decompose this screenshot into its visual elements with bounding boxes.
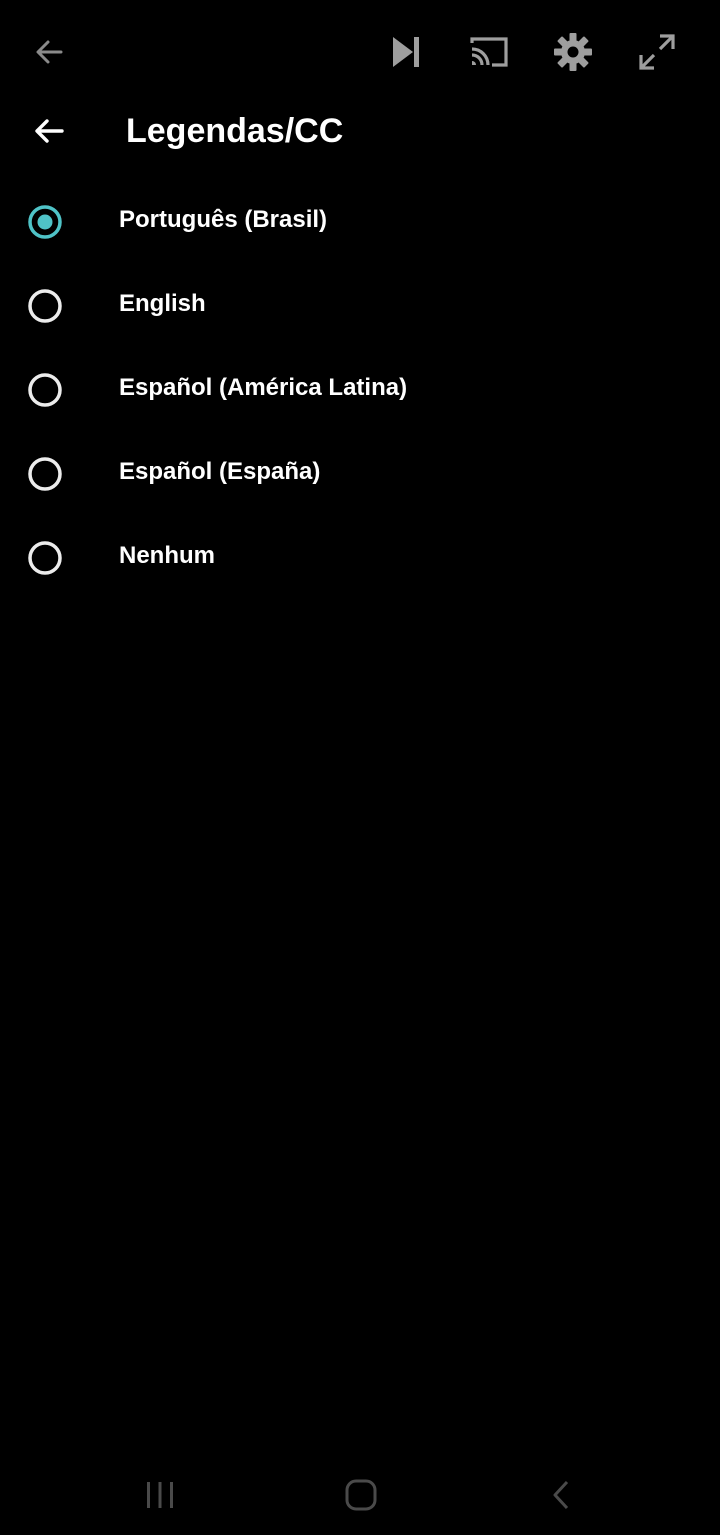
option-label: Português (Brasil): [119, 206, 328, 233]
recents-button[interactable]: [136, 1471, 184, 1519]
subtitle-options-list: Português (Brasil) English Español (Amér…: [0, 180, 720, 600]
gear-icon: [554, 33, 592, 71]
radio-unselected-icon[interactable]: [27, 372, 63, 408]
expand-icon: [639, 34, 675, 70]
cast-button[interactable]: [457, 20, 521, 84]
radio-unselected-icon[interactable]: [27, 540, 63, 576]
subtitle-option-english[interactable]: English: [0, 264, 720, 348]
subtitles-back-button[interactable]: [17, 99, 81, 163]
option-label: Nenhum: [119, 542, 215, 569]
page-title: Legendas/CC: [126, 112, 344, 150]
subtitles-header: Legendas/CC: [0, 104, 720, 164]
skip-next-icon: [393, 37, 419, 67]
arrow-left-icon: [35, 119, 64, 143]
subtitle-option-espanol-espana[interactable]: Español (España): [0, 432, 720, 516]
chevron-left-icon: [553, 1480, 569, 1510]
system-navigation-bar: [0, 1455, 720, 1535]
home-button[interactable]: [337, 1471, 385, 1519]
arrow-left-icon: [36, 40, 63, 64]
player-back-button[interactable]: [17, 20, 81, 84]
recents-icon: [147, 1482, 173, 1508]
option-label: Español (América Latina): [119, 374, 408, 401]
home-icon: [345, 1479, 377, 1511]
fullscreen-button[interactable]: [625, 20, 689, 84]
settings-button[interactable]: [541, 20, 605, 84]
skip-next-button[interactable]: [374, 20, 438, 84]
subtitle-option-nenhum[interactable]: Nenhum: [0, 516, 720, 600]
radio-unselected-icon[interactable]: [27, 288, 63, 324]
subtitle-option-espanol-america-latina[interactable]: Español (América Latina): [0, 348, 720, 432]
option-label: Español (España): [119, 458, 321, 485]
radio-unselected-icon[interactable]: [27, 456, 63, 492]
cast-icon: [470, 37, 508, 67]
subtitle-option-portugues-brasil[interactable]: Português (Brasil): [0, 180, 720, 264]
system-back-button[interactable]: [538, 1471, 586, 1519]
radio-selected-icon[interactable]: [27, 204, 63, 240]
player-control-bar: [0, 0, 720, 104]
option-label: English: [119, 290, 206, 317]
